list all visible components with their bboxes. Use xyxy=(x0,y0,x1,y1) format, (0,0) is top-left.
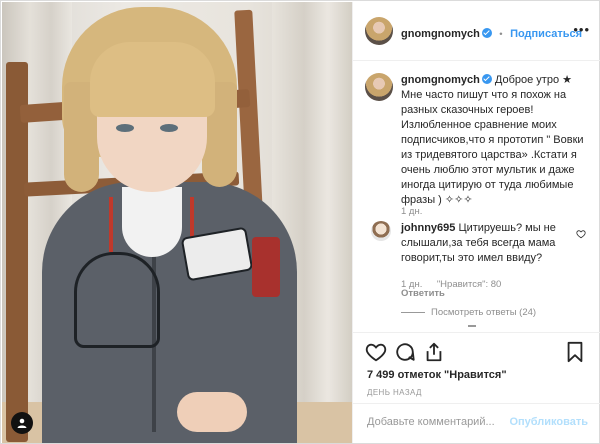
tagged-user-icon[interactable] xyxy=(11,412,33,434)
heart-icon[interactable] xyxy=(365,341,387,363)
eye-right xyxy=(160,124,178,132)
loading-indicator xyxy=(468,325,476,327)
user-icon xyxy=(17,418,27,428)
hair-fringe xyxy=(90,42,215,117)
caption-time[interactable]: 1 дн. xyxy=(401,206,422,217)
comment-composer: Добавьте комментарий... Опубликовать xyxy=(353,403,600,444)
bookmark-icon[interactable] xyxy=(564,341,586,363)
publish-button[interactable]: Опубликовать xyxy=(509,416,588,428)
post-header: gnomgnomych • Подписаться ••• xyxy=(353,2,600,61)
hoodie-logo xyxy=(74,252,160,348)
caption-username[interactable]: gnomgnomych xyxy=(401,74,480,86)
t-shirt xyxy=(122,187,182,257)
view-replies-button[interactable]: Посмотреть ответы (24) xyxy=(401,307,536,318)
caption-avatar[interactable] xyxy=(365,73,393,101)
share-icon[interactable] xyxy=(423,341,445,363)
author-avatar[interactable] xyxy=(365,17,393,45)
comment: johnny695 Цитируешь? мы не слышали,за те… xyxy=(401,221,571,266)
hand xyxy=(177,392,247,432)
header-line: gnomgnomych • Подписаться xyxy=(401,24,582,42)
post-side-panel: gnomgnomych • Подписаться ••• gnomgnomyc… xyxy=(352,2,600,443)
caption: gnomgnomych Доброе утро ★ Мне часто пишу… xyxy=(401,73,591,208)
post-date: ДЕНЬ НАЗАД xyxy=(367,388,422,397)
commenter-avatar[interactable] xyxy=(371,221,391,241)
follow-button[interactable]: Подписаться xyxy=(510,28,582,40)
comment-like-heart-icon[interactable] xyxy=(576,229,586,239)
sleeve-patch xyxy=(252,237,280,297)
hoodie-string-left xyxy=(109,197,113,252)
author-username[interactable]: gnomgnomych xyxy=(401,28,480,40)
replies-line xyxy=(401,311,425,313)
comment-input[interactable]: Добавьте комментарий... xyxy=(367,416,495,428)
eye-left xyxy=(116,124,134,132)
verified-icon xyxy=(481,28,492,38)
comment-icon[interactable] xyxy=(394,341,416,363)
more-icon[interactable]: ••• xyxy=(573,22,590,37)
post-photo[interactable] xyxy=(2,2,352,443)
verified-icon xyxy=(481,74,492,84)
post-actions: 7 499 отметок "Нравится" ДЕНЬ НАЗАД Доба… xyxy=(353,332,600,443)
post-frame: gnomgnomych • Подписаться ••• gnomgnomyc… xyxy=(0,0,600,444)
comment-likes[interactable]: "Нравится": 80 xyxy=(437,279,502,290)
reply-button[interactable]: Ответить xyxy=(401,288,445,299)
comment-username[interactable]: johnny695 xyxy=(401,222,455,234)
comments-list[interactable]: gnomgnomych Доброе утро ★ Мне часто пишу… xyxy=(353,61,600,331)
likes-count[interactable]: 7 499 отметок "Нравится" xyxy=(367,369,507,381)
caption-text: Доброе утро ★ Мне часто пишут что я похо… xyxy=(401,74,584,206)
separator-dot: • xyxy=(499,29,503,40)
view-replies-label: Посмотреть ответы (24) xyxy=(431,307,537,318)
